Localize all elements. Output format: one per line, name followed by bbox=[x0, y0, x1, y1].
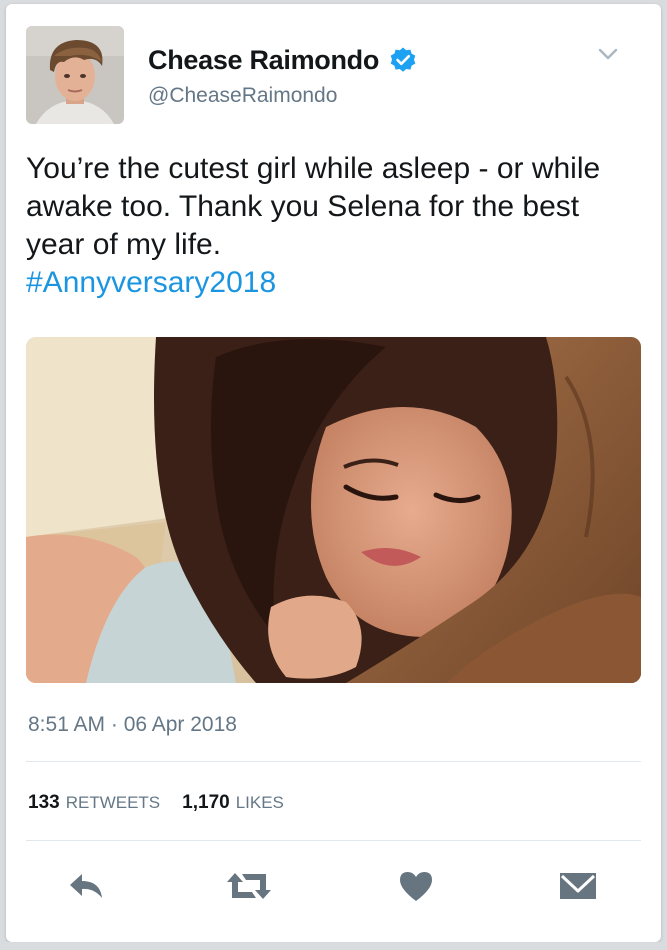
author-name-row: Chease Raimondo bbox=[148, 42, 417, 78]
divider bbox=[26, 761, 641, 762]
background-strip bbox=[0, 942, 667, 950]
author-name[interactable]: Chease Raimondo bbox=[148, 45, 379, 76]
tweet-text-line: year of my life. bbox=[26, 228, 222, 261]
retweet-button[interactable] bbox=[225, 866, 273, 906]
retweets-label[interactable]: RETWEETS bbox=[66, 793, 160, 813]
avatar-image bbox=[26, 26, 124, 124]
heart-icon bbox=[400, 872, 432, 901]
like-button[interactable] bbox=[392, 866, 440, 906]
verified-badge-icon bbox=[390, 47, 416, 72]
tweet-timestamp[interactable]: 8:51 AM · 06 Apr 2018 bbox=[28, 713, 237, 737]
tweet-card: Chease Raimondo @CheaseRaimondo You’re t… bbox=[6, 4, 661, 942]
avatar[interactable] bbox=[26, 26, 124, 124]
retweet-icon bbox=[227, 873, 271, 899]
author-handle[interactable]: @CheaseRaimondo bbox=[148, 84, 337, 108]
tweet-stats: 133 RETWEETS 1,170 LIKES bbox=[28, 792, 306, 814]
retweets-count[interactable]: 133 bbox=[28, 792, 60, 814]
message-button[interactable] bbox=[554, 866, 602, 906]
tweet-photo[interactable] bbox=[26, 337, 641, 683]
tweet-actions bbox=[6, 862, 661, 912]
tweet-text: You’re the cutest girl while asleep - or… bbox=[26, 150, 646, 302]
likes-count[interactable]: 1,170 bbox=[182, 792, 230, 814]
tweet-photo-image bbox=[26, 337, 641, 683]
divider bbox=[26, 840, 641, 841]
reply-icon bbox=[70, 874, 102, 898]
tweet-menu-button[interactable] bbox=[594, 40, 622, 68]
tweet-text-line: You’re the cutest girl while asleep - or… bbox=[26, 152, 601, 185]
chevron-down-icon bbox=[598, 48, 618, 60]
reply-button[interactable] bbox=[62, 866, 110, 906]
hashtag-link[interactable]: #Annyversary2018 bbox=[26, 264, 646, 302]
envelope-icon bbox=[560, 873, 596, 899]
tweet-text-line: awake too. Thank you Selena for the best bbox=[26, 190, 580, 223]
likes-label[interactable]: LIKES bbox=[236, 793, 284, 813]
